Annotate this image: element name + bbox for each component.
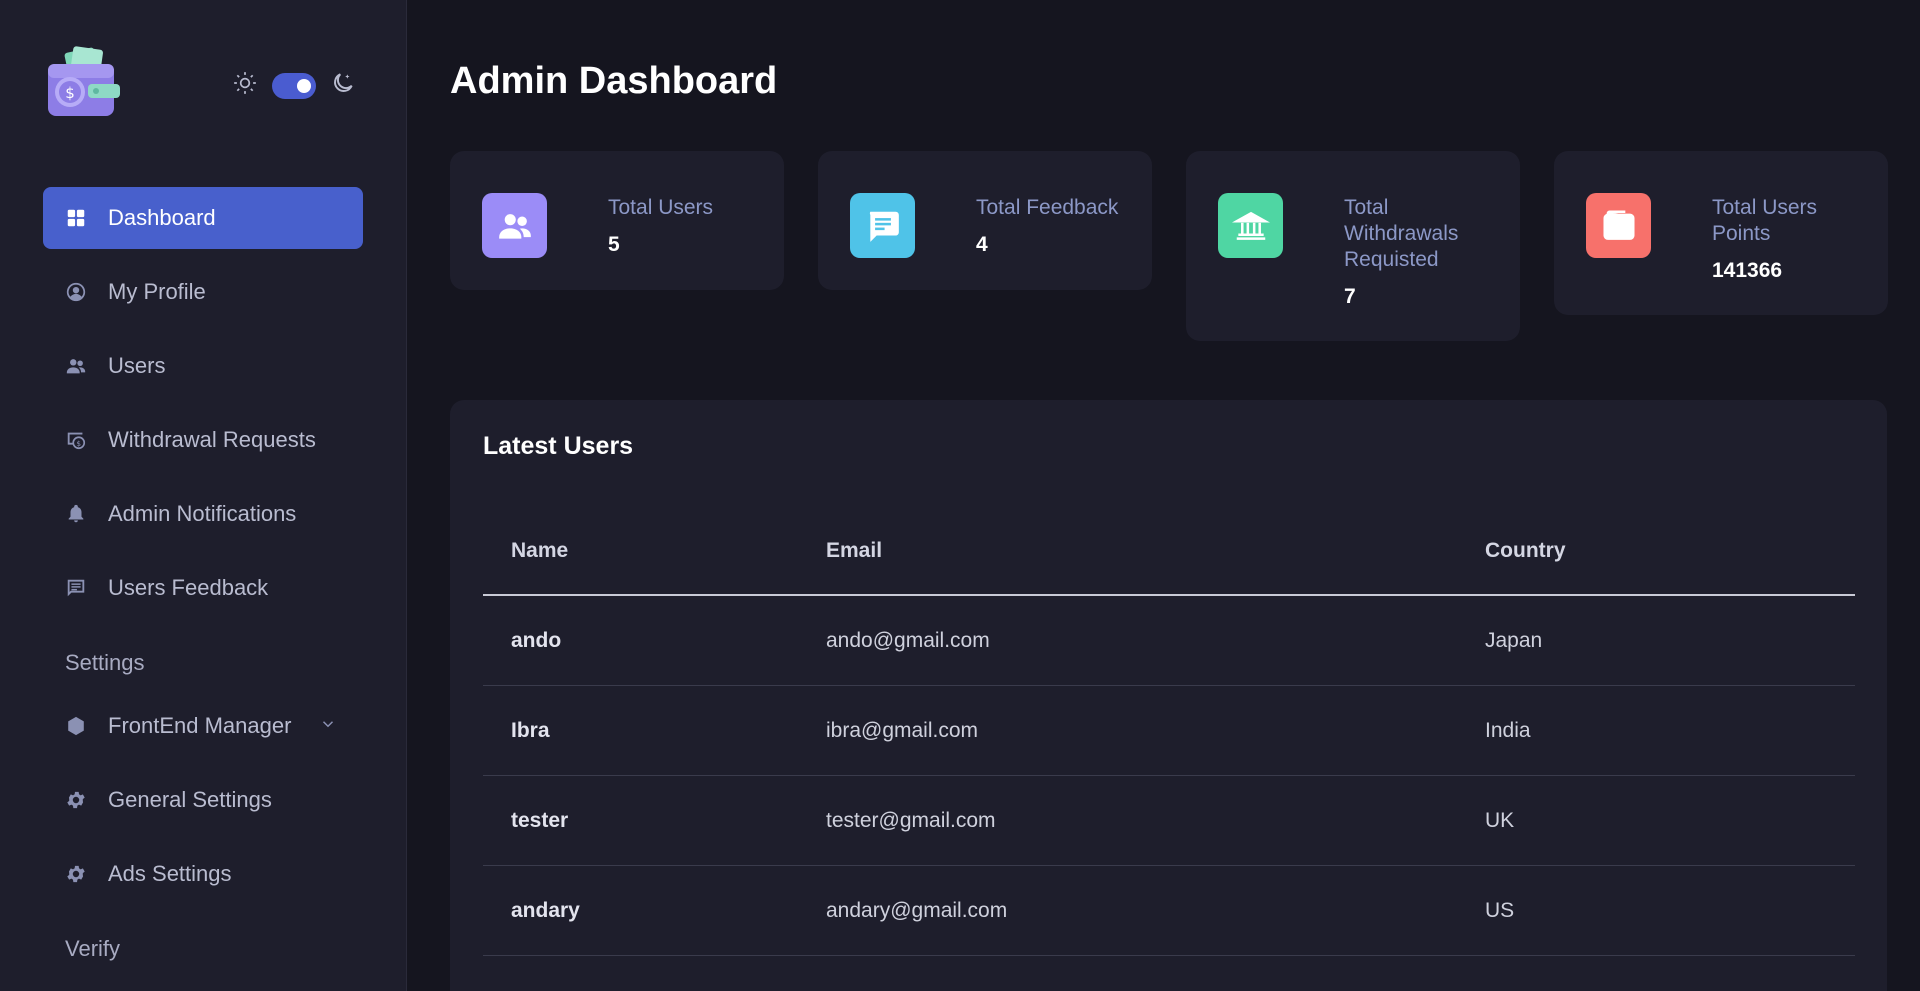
sidebar-item-label: General Settings	[108, 787, 272, 812]
sidebar-item-label: My Profile	[108, 279, 206, 304]
stat-cards: Total Users 5 Total Feedback 4 Total Wit…	[450, 151, 1888, 341]
cell-name: Ibra	[511, 718, 550, 742]
wallet-logo-icon[interactable]: $	[46, 46, 124, 118]
stat-value: 7	[1344, 285, 1356, 308]
stat-label: Total Withdrawals Requisted	[1344, 196, 1459, 271]
stat-label: Total Users Points	[1712, 196, 1818, 245]
cell-email: ando@gmail.com	[826, 628, 990, 652]
feedback-icon	[64, 576, 88, 600]
sidebar-item-label: Dashboard	[108, 205, 216, 230]
app-root: $ Dashboard My Profile Users $ Withdrawa…	[0, 0, 1920, 991]
sidebar-item-users[interactable]: Users	[43, 335, 363, 397]
sidebar-nav: Dashboard My Profile Users $ Withdrawal …	[43, 187, 363, 981]
panel-title: Latest Users	[483, 432, 634, 460]
latest-users-panel: Latest Users Name Email Country ando and…	[450, 400, 1887, 991]
sidebar-section-verify: Verify	[65, 936, 121, 961]
users-icon	[64, 354, 88, 378]
column-header-email[interactable]: Email	[826, 539, 1485, 563]
column-header-country[interactable]: Country	[1485, 539, 1855, 563]
wallet-icon	[1586, 193, 1651, 258]
table-row[interactable]: ando ando@gmail.com Japan	[483, 596, 1855, 686]
stat-value: 141366	[1712, 259, 1783, 282]
gear-icon	[64, 788, 88, 812]
cell-country: Japan	[1485, 628, 1543, 652]
table-row[interactable]: Ibra ibra@gmail.com India	[483, 686, 1855, 776]
sidebar-item-label: Ads Settings	[108, 861, 232, 886]
sidebar-item-label: Users	[108, 353, 166, 378]
sun-icon[interactable]	[232, 70, 258, 101]
stat-card-total-users: Total Users 5	[450, 151, 784, 290]
bell-icon	[64, 502, 88, 526]
sidebar-item-ads-settings[interactable]: Ads Settings	[43, 843, 363, 905]
svg-text:$: $	[76, 439, 81, 448]
cell-name: ando	[511, 628, 562, 652]
toggle-knob	[297, 78, 311, 93]
withdrawal-icon: $	[64, 428, 88, 452]
chevron-down-icon[interactable]	[319, 713, 337, 739]
sidebar-section-settings: Settings	[65, 650, 145, 675]
cell-name: andary	[511, 898, 580, 922]
sidebar-item-label: Users Feedback	[108, 575, 269, 600]
stat-value: 5	[608, 233, 620, 256]
cell-email: tester@gmail.com	[826, 808, 996, 832]
sidebar-item-my-profile[interactable]: My Profile	[43, 261, 363, 323]
user-circle-icon	[64, 280, 88, 304]
hexagon-icon	[64, 714, 88, 738]
cell-name: tester	[511, 808, 569, 832]
users-table: Name Email Country ando ando@gmail.com J…	[483, 508, 1855, 956]
gear-icon	[64, 862, 88, 886]
svg-text:$: $	[65, 84, 75, 102]
stat-label: Total Feedback	[976, 196, 1119, 219]
sidebar-item-withdrawal-requests[interactable]: $ Withdrawal Requests	[43, 409, 363, 471]
page-title: Admin Dashboard	[450, 60, 778, 102]
cell-email: andary@gmail.com	[826, 898, 1008, 922]
users-icon	[482, 193, 547, 258]
cell-country: US	[1485, 898, 1515, 922]
cell-country: UK	[1485, 808, 1515, 832]
moon-icon[interactable]	[330, 70, 356, 101]
cell-country: India	[1485, 718, 1531, 742]
bank-icon	[1218, 193, 1283, 258]
sidebar-item-users-feedback[interactable]: Users Feedback	[43, 557, 363, 619]
table-row[interactable]: andary andary@gmail.com US	[483, 866, 1855, 956]
cell-email: ibra@gmail.com	[826, 718, 979, 742]
sidebar-item-frontend-manager[interactable]: FrontEnd Manager	[43, 695, 363, 757]
sidebar-item-general-settings[interactable]: General Settings	[43, 769, 363, 831]
stat-value: 4	[976, 233, 988, 256]
sidebar-item-admin-notifications[interactable]: Admin Notifications	[43, 483, 363, 545]
sidebar: $ Dashboard My Profile Users $ Withdrawa…	[0, 0, 407, 991]
sidebar-item-label: FrontEnd Manager	[108, 713, 292, 738]
chat-icon	[850, 193, 915, 258]
sidebar-item-dashboard[interactable]: Dashboard	[43, 187, 363, 249]
theme-toggle-switch[interactable]	[272, 72, 316, 99]
table-header: Name Email Country	[483, 508, 1855, 596]
stat-card-total-withdrawals: Total Withdrawals Requisted 7	[1186, 151, 1520, 341]
theme-toggle	[232, 70, 356, 101]
table-row[interactable]: tester tester@gmail.com UK	[483, 776, 1855, 866]
sidebar-item-label: Withdrawal Requests	[108, 427, 316, 452]
column-header-name[interactable]: Name	[483, 539, 826, 563]
grid-icon	[64, 206, 88, 230]
main-content: Admin Dashboard Total Users 5 Total Feed…	[407, 0, 1920, 991]
stat-label: Total Users	[608, 196, 714, 219]
stat-card-total-feedback: Total Feedback 4	[818, 151, 1152, 290]
stat-card-total-points: Total Users Points 141366	[1554, 151, 1888, 315]
sidebar-item-label: Admin Notifications	[108, 501, 297, 526]
